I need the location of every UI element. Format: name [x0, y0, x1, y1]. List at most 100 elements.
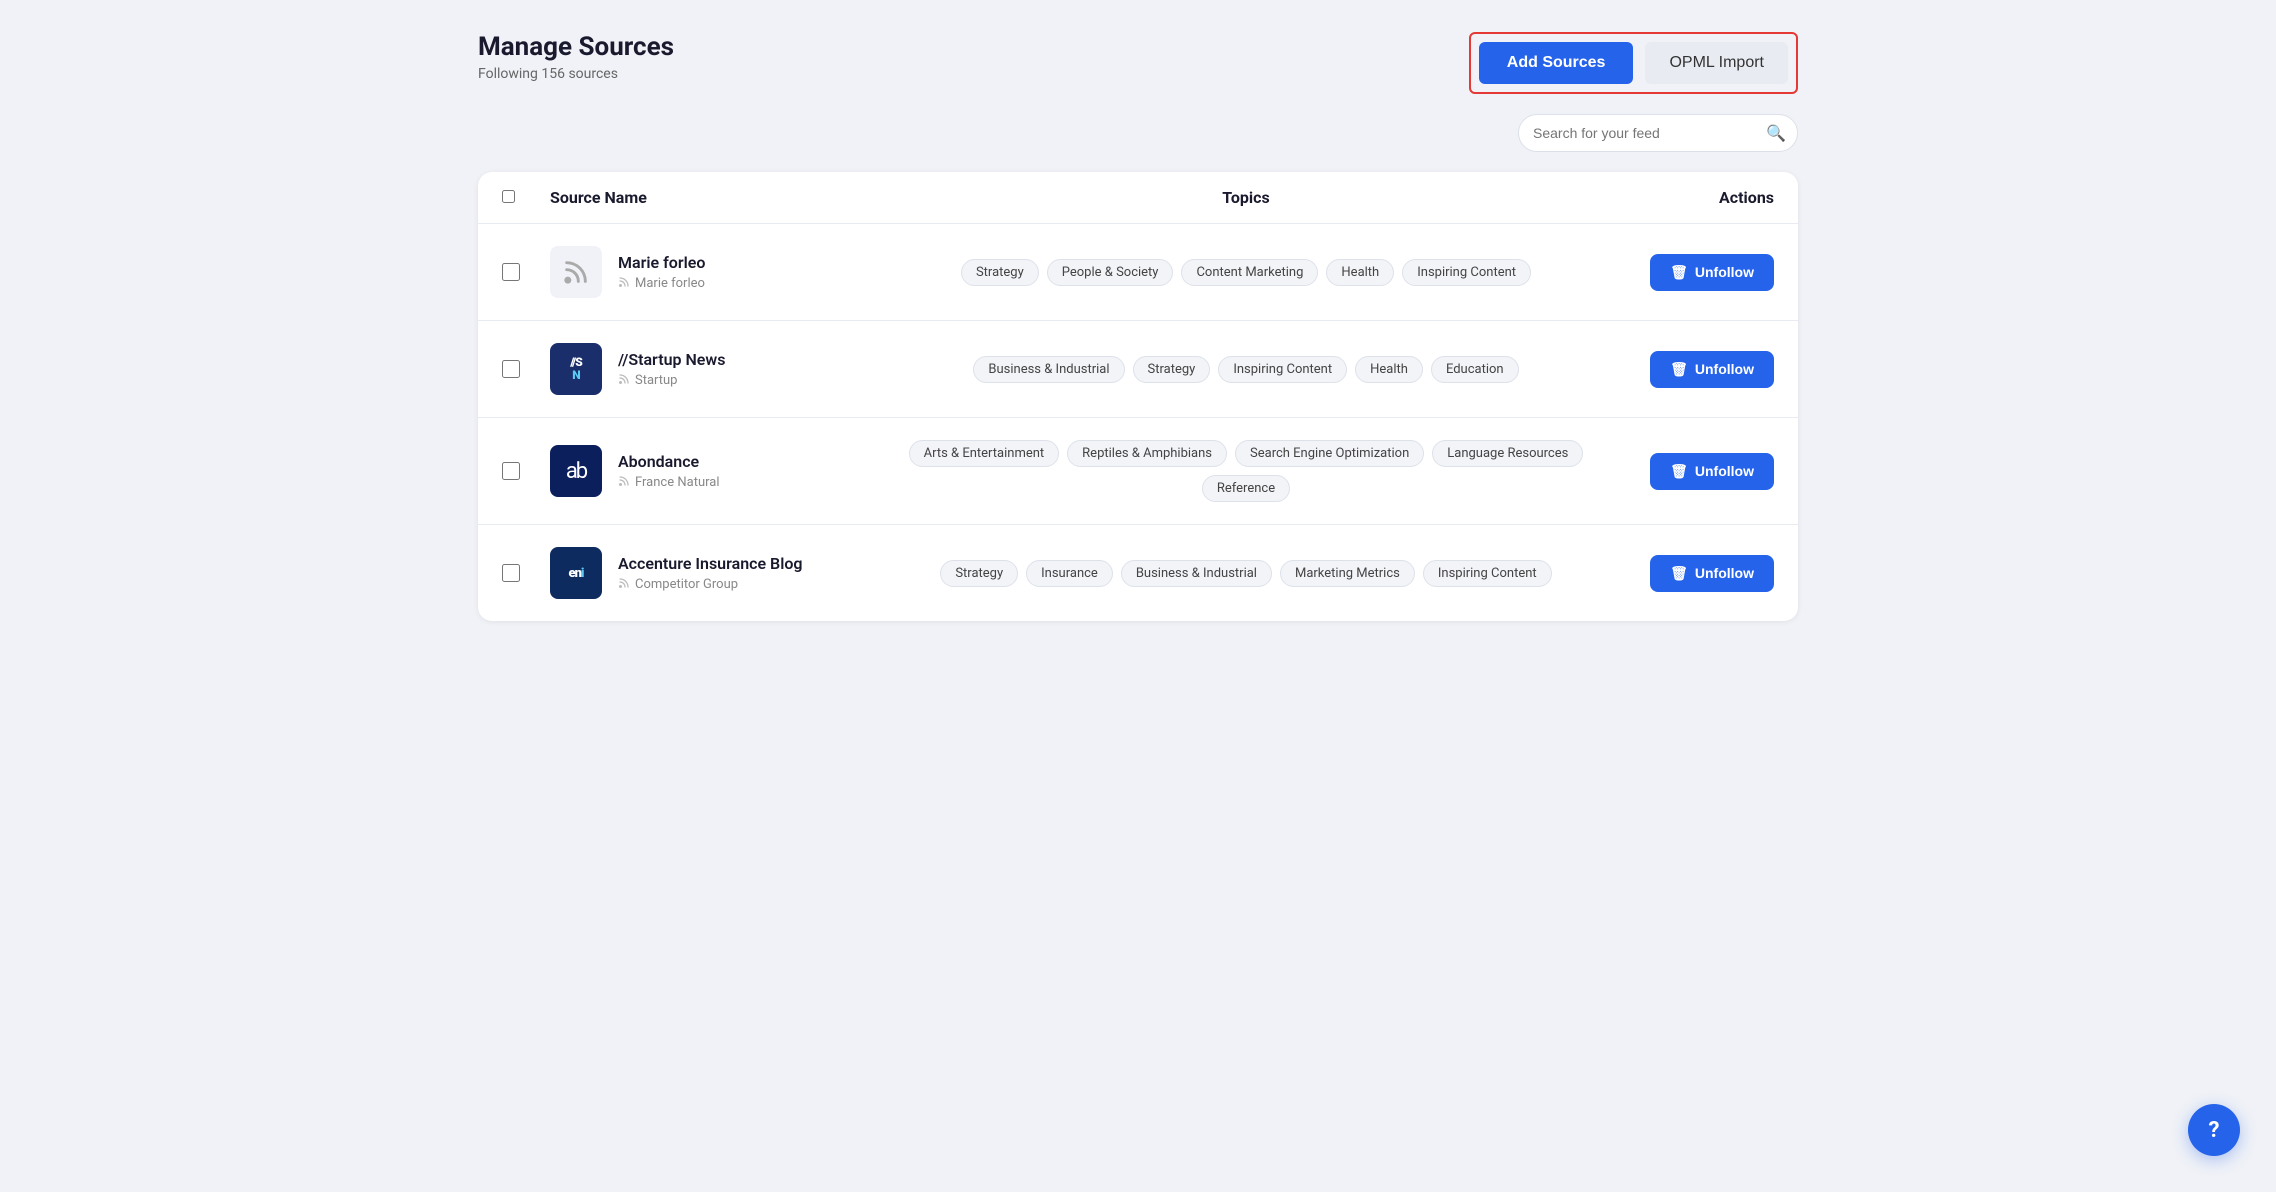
following-count: Following 156 sources — [478, 66, 674, 82]
topic-badge: Arts & Entertainment — [909, 440, 1060, 467]
topic-badge: People & Society — [1047, 259, 1174, 286]
unfollow-button[interactable]: 🗑 Unfollow — [1650, 555, 1774, 592]
row-checkbox[interactable] — [502, 360, 520, 378]
unfollow-label: Unfollow — [1695, 361, 1754, 377]
source-text-block: Accenture Insurance Blog Competitor Grou… — [618, 554, 803, 592]
topic-badge: Health — [1326, 259, 1394, 286]
rss-sub-icon — [618, 276, 630, 291]
rss-sub-icon — [618, 475, 630, 490]
topic-badge: Marketing Metrics — [1280, 560, 1415, 587]
source-logo: ab — [550, 445, 602, 497]
source-info: //S N //Startup News Startup — [550, 343, 898, 395]
logo-text: eni — [569, 566, 584, 581]
topic-badge: Insurance — [1026, 560, 1113, 587]
unfollow-label: Unfollow — [1695, 463, 1754, 479]
topic-badge: Strategy — [1133, 356, 1211, 383]
search-icon: 🔍 — [1766, 124, 1786, 143]
unfollow-button[interactable]: 🗑 Unfollow — [1650, 453, 1774, 490]
add-sources-button[interactable]: Add Sources — [1479, 42, 1634, 84]
row-checkbox[interactable] — [502, 462, 520, 480]
source-name: //Startup News — [618, 350, 725, 369]
help-fab-label: ? — [2209, 1118, 2220, 1143]
row-checkbox-col — [502, 263, 550, 281]
trash-icon: 🗑 — [1670, 361, 1688, 378]
source-info: eni Accenture Insurance Blog Competitor … — [550, 547, 898, 599]
topic-badge: Business & Industrial — [1121, 560, 1272, 587]
header-left: Manage Sources Following 156 sources — [478, 32, 674, 82]
logo-text: N — [572, 369, 579, 382]
page-header: Manage Sources Following 156 sources Add… — [478, 32, 1798, 94]
actions-col: 🗑 Unfollow — [1594, 351, 1774, 388]
topic-badge: Search Engine Optimization — [1235, 440, 1424, 467]
topic-badge: Content Marketing — [1181, 259, 1318, 286]
row-checkbox[interactable] — [502, 564, 520, 582]
row-checkbox-col — [502, 564, 550, 582]
topics-header: Topics — [898, 188, 1594, 207]
table-row: ab Abondance France Natural Arts & Enter… — [478, 418, 1798, 525]
source-sub-label: Startup — [635, 373, 678, 388]
table-row: Marie forleo Marie forleo Strategy Peopl… — [478, 224, 1798, 321]
topic-badge: Strategy — [961, 259, 1039, 286]
search-input[interactable] — [1518, 114, 1798, 152]
source-sub: Competitor Group — [618, 577, 803, 592]
source-logo: //S N — [550, 343, 602, 395]
select-all-checkbox[interactable] — [502, 190, 515, 203]
topic-badge: Reptiles & Amphibians — [1067, 440, 1227, 467]
topic-badge: Inspiring Content — [1218, 356, 1347, 383]
source-sub-label: France Natural — [635, 475, 720, 490]
help-fab-button[interactable]: ? — [2188, 1104, 2240, 1156]
topics-col: Strategy People & Society Content Market… — [898, 259, 1594, 286]
source-text-block: Marie forleo Marie forleo — [618, 253, 705, 291]
source-info: ab Abondance France Natural — [550, 445, 898, 497]
source-text-block: //Startup News Startup — [618, 350, 725, 388]
header-actions: Add Sources OPML Import — [1469, 32, 1798, 94]
actions-col: 🗑 Unfollow — [1594, 254, 1774, 291]
actions-col: 🗑 Unfollow — [1594, 453, 1774, 490]
logo-text: ab — [566, 459, 586, 484]
checkbox-header-col — [502, 188, 550, 207]
trash-icon: 🗑 — [1670, 463, 1688, 480]
topic-badge: Education — [1431, 356, 1519, 383]
unfollow-label: Unfollow — [1695, 264, 1754, 280]
actions-col: 🗑 Unfollow — [1594, 555, 1774, 592]
row-checkbox-col — [502, 360, 550, 378]
topic-badge: Strategy — [940, 560, 1018, 587]
unfollow-button[interactable]: 🗑 Unfollow — [1650, 254, 1774, 291]
topic-badge: Business & Industrial — [973, 356, 1124, 383]
source-sub: Marie forleo — [618, 276, 705, 291]
table-row: //S N //Startup News Startup Business & … — [478, 321, 1798, 418]
rss-sub-icon — [618, 577, 630, 592]
opml-import-button[interactable]: OPML Import — [1645, 42, 1788, 84]
page-title: Manage Sources — [478, 32, 674, 62]
topics-col: Strategy Insurance Business & Industrial… — [898, 560, 1594, 587]
source-sub: France Natural — [618, 475, 720, 490]
topic-badge: Health — [1355, 356, 1423, 383]
row-checkbox-col — [502, 462, 550, 480]
topics-col: Arts & Entertainment Reptiles & Amphibia… — [898, 440, 1594, 502]
sources-table: Source Name Topics Actions Marie forleo — [478, 172, 1798, 621]
source-text-block: Abondance France Natural — [618, 452, 720, 490]
actions-header: Actions — [1594, 188, 1774, 207]
source-logo: eni — [550, 547, 602, 599]
topic-badge: Inspiring Content — [1423, 560, 1552, 587]
topic-badge: Reference — [1202, 475, 1290, 502]
source-name: Abondance — [618, 452, 720, 471]
search-wrapper: 🔍 — [1518, 114, 1798, 152]
source-sub: Startup — [618, 373, 725, 388]
source-sub-label: Marie forleo — [635, 276, 705, 291]
unfollow-button[interactable]: 🗑 Unfollow — [1650, 351, 1774, 388]
table-row: eni Accenture Insurance Blog Competitor … — [478, 525, 1798, 621]
source-name: Marie forleo — [618, 253, 705, 272]
table-header: Source Name Topics Actions — [478, 172, 1798, 224]
unfollow-label: Unfollow — [1695, 565, 1754, 581]
source-name-header: Source Name — [550, 188, 898, 207]
trash-icon: 🗑 — [1670, 264, 1688, 281]
source-info: Marie forleo Marie forleo — [550, 246, 898, 298]
search-bar-row: 🔍 — [478, 114, 1798, 152]
topics-col: Business & Industrial Strategy Inspiring… — [898, 356, 1594, 383]
row-checkbox[interactable] — [502, 263, 520, 281]
source-name: Accenture Insurance Blog — [618, 554, 803, 573]
source-sub-label: Competitor Group — [635, 577, 738, 592]
rss-sub-icon — [618, 373, 630, 388]
trash-icon: 🗑 — [1670, 565, 1688, 582]
